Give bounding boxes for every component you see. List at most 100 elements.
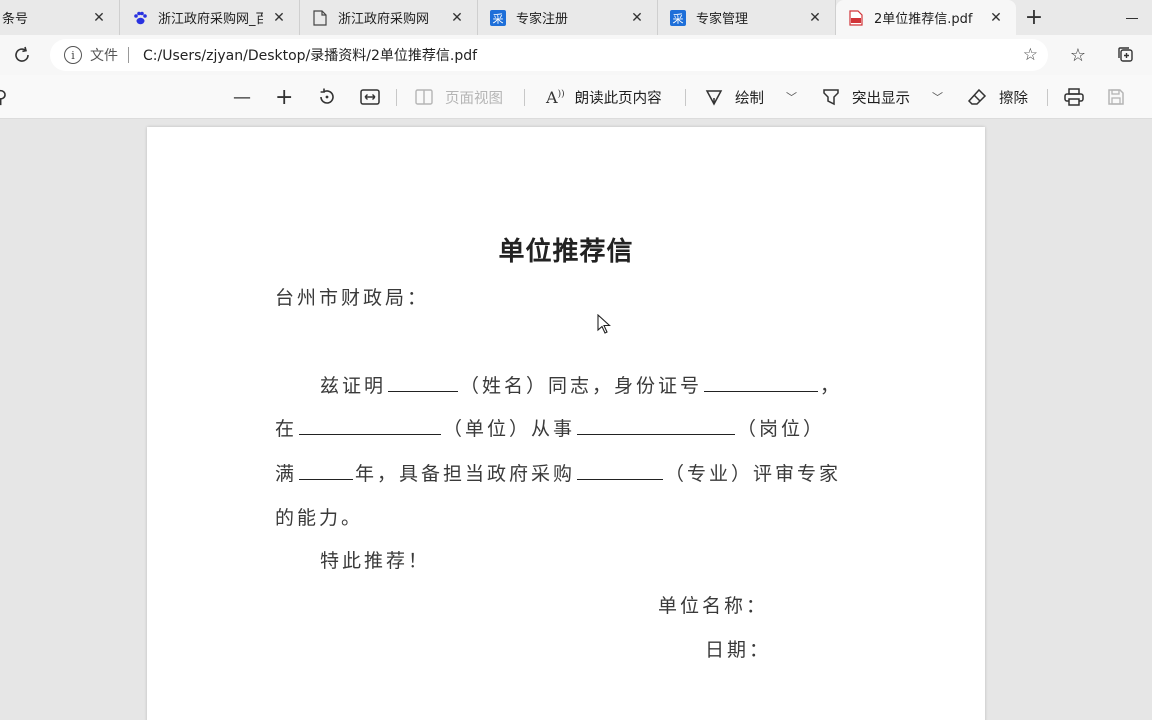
tab-close-icon[interactable]: ✕ xyxy=(447,8,467,28)
tab-strip: 条号 ✕ 浙江政府采购网_百 ✕ 浙江政府采购网 ✕ 采 专家注册 ✕ 采 专家… xyxy=(0,0,1152,35)
erase-button[interactable]: 擦除 xyxy=(967,75,1028,119)
tab-close-icon[interactable]: ✕ xyxy=(627,8,647,28)
name-blank xyxy=(388,373,459,392)
recommend-line: 特此推荐！ xyxy=(320,550,431,572)
text-segment: 年，具备担当政府采购 xyxy=(355,463,576,485)
collections-button[interactable] xyxy=(1102,37,1150,73)
refresh-icon xyxy=(15,46,29,62)
svg-text:采: 采 xyxy=(673,12,684,25)
tab-close-icon[interactable]: ✕ xyxy=(986,8,1006,28)
occupation-blank xyxy=(577,416,736,435)
print-button[interactable] xyxy=(1064,75,1084,119)
erase-label: 擦除 xyxy=(999,90,1028,107)
draw-options-button[interactable]: ﹀ xyxy=(786,75,797,119)
salutation: 台州市财政局： xyxy=(275,287,430,309)
highlight-label: 突出显示 xyxy=(852,90,910,107)
highlight-button[interactable]: 突出显示 xyxy=(822,75,910,119)
tab-title: 专家管理 xyxy=(696,12,749,27)
page-view-button[interactable]: 页面视图 xyxy=(415,75,503,119)
highlight-icon xyxy=(823,89,839,106)
print-icon xyxy=(1064,88,1084,106)
chevron-down-icon: ﹀ xyxy=(932,91,943,104)
url-text[interactable]: C:/Users/zjyan/Desktop/录播资料/2单位推荐信.pdf xyxy=(143,45,477,65)
tab-close-icon[interactable]: ✕ xyxy=(269,8,289,28)
text-segment: 兹证明 xyxy=(320,375,387,397)
text-segment: （单位）从事 xyxy=(443,418,576,440)
read-aloud-icon: A)) xyxy=(546,87,565,107)
tab-3[interactable]: 浙江政府采购网 ✕ xyxy=(300,0,478,35)
id-number-blank xyxy=(704,373,819,392)
tab-2[interactable]: 浙江政府采购网_百 ✕ xyxy=(120,0,300,35)
search-button[interactable]: ⚲ xyxy=(0,75,7,119)
pdf-icon xyxy=(848,9,864,26)
tab-close-icon[interactable]: ✕ xyxy=(805,8,825,28)
address-bar[interactable]: i 文件 C:/Users/zjyan/Desktop/录播资料/2单位推荐信.… xyxy=(50,39,1048,71)
draw-button[interactable]: 绘制 xyxy=(705,75,764,119)
unit-blank xyxy=(299,416,442,435)
favorites-button[interactable]: ☆ xyxy=(1054,37,1102,73)
tab-title: 2单位推荐信.pdf xyxy=(874,12,973,27)
info-icon[interactable]: i xyxy=(64,46,82,64)
toolbar-divider xyxy=(524,89,525,106)
paragraph-line-4: 的能力。 xyxy=(275,507,364,529)
zoom-in-button[interactable]: + xyxy=(275,75,293,119)
new-tab-button[interactable]: + xyxy=(1016,0,1052,35)
address-separator xyxy=(128,47,129,63)
svg-text:采: 采 xyxy=(493,12,504,25)
fit-width-button[interactable] xyxy=(360,75,380,119)
eraser-icon xyxy=(967,88,987,105)
more-button[interactable]: ⋮ xyxy=(1144,75,1152,119)
toolbar-divider xyxy=(396,89,397,106)
save-icon xyxy=(1108,89,1124,105)
refresh-button[interactable] xyxy=(0,37,44,73)
draw-icon xyxy=(705,90,723,106)
zoom-out-button[interactable]: — xyxy=(233,75,251,119)
rotate-button[interactable] xyxy=(317,75,337,119)
search-icon: ⚲ xyxy=(0,86,8,108)
mouse-cursor-icon xyxy=(597,314,611,334)
read-aloud-button[interactable]: A)) 朗读此页内容 xyxy=(546,75,662,119)
draw-label: 绘制 xyxy=(735,90,764,107)
pdf-toolbar: ⚲ — + 页面视图 A)) 朗读此页内容 绘制 ﹀ 突出显示 ﹀ 擦除 ⋮ xyxy=(0,75,1152,119)
tab-1[interactable]: 条号 ✕ xyxy=(0,0,120,35)
text-segment: （岗位） xyxy=(737,418,826,440)
baidu-paw-icon xyxy=(132,10,148,26)
minus-icon: — xyxy=(233,86,251,108)
tab-title: 专家注册 xyxy=(516,12,569,27)
rotate-icon xyxy=(320,88,334,104)
add-favorite-icon[interactable]: ☆ xyxy=(1023,45,1038,65)
tab-5[interactable]: 采 专家管理 ✕ xyxy=(658,0,836,35)
text-segment: 满 xyxy=(275,463,298,485)
tab-4[interactable]: 采 专家注册 ✕ xyxy=(478,0,658,35)
toolbar-divider xyxy=(1047,89,1048,106)
save-button[interactable] xyxy=(1107,75,1125,119)
scheme-label: 文件 xyxy=(90,48,118,64)
paragraph-line-1: 兹证明 （姓名）同志，身份证号 ， xyxy=(320,371,842,398)
site-icon: 采 xyxy=(490,9,506,26)
unit-name-label: 单位名称： xyxy=(658,595,769,617)
minimize-icon[interactable] xyxy=(1112,8,1152,28)
tab-title: 浙江政府采购网_百 xyxy=(158,12,263,27)
highlight-options-button[interactable]: ﹀ xyxy=(932,75,943,119)
document-title: 单位推荐信 xyxy=(498,237,634,267)
paragraph-line-2: 在 （单位）从事 （岗位） xyxy=(275,414,825,441)
page-view-label: 页面视图 xyxy=(445,90,503,107)
address-row: i 文件 C:/Users/zjyan/Desktop/录播资料/2单位推荐信.… xyxy=(0,35,1152,75)
tab-title: 条号 xyxy=(2,12,29,27)
site-icon: 采 xyxy=(670,9,686,26)
tab-close-icon[interactable]: ✕ xyxy=(89,8,109,28)
page-icon xyxy=(312,9,328,26)
page-view-icon xyxy=(415,89,433,105)
years-blank xyxy=(299,461,354,480)
favorites-icon: ☆ xyxy=(1069,44,1087,66)
tab-6-active[interactable]: 2单位推荐信.pdf ✕ xyxy=(836,0,1016,35)
read-aloud-label: 朗读此页内容 xyxy=(574,90,662,107)
chevron-down-icon: ﹀ xyxy=(786,91,797,104)
text-segment: （专业）评审专家 xyxy=(665,463,842,485)
date-label: 日期： xyxy=(705,639,772,661)
text-segment: （姓名）同志，身份证号 xyxy=(460,375,703,397)
specialty-blank xyxy=(577,461,664,480)
tab-title: 浙江政府采购网 xyxy=(338,12,430,27)
pdf-page: 单位推荐信 台州市财政局： 兹证明 （姓名）同志，身份证号 ， 在 （单位）从事 （岗位… xyxy=(147,127,985,720)
text-segment: ， xyxy=(820,375,843,397)
